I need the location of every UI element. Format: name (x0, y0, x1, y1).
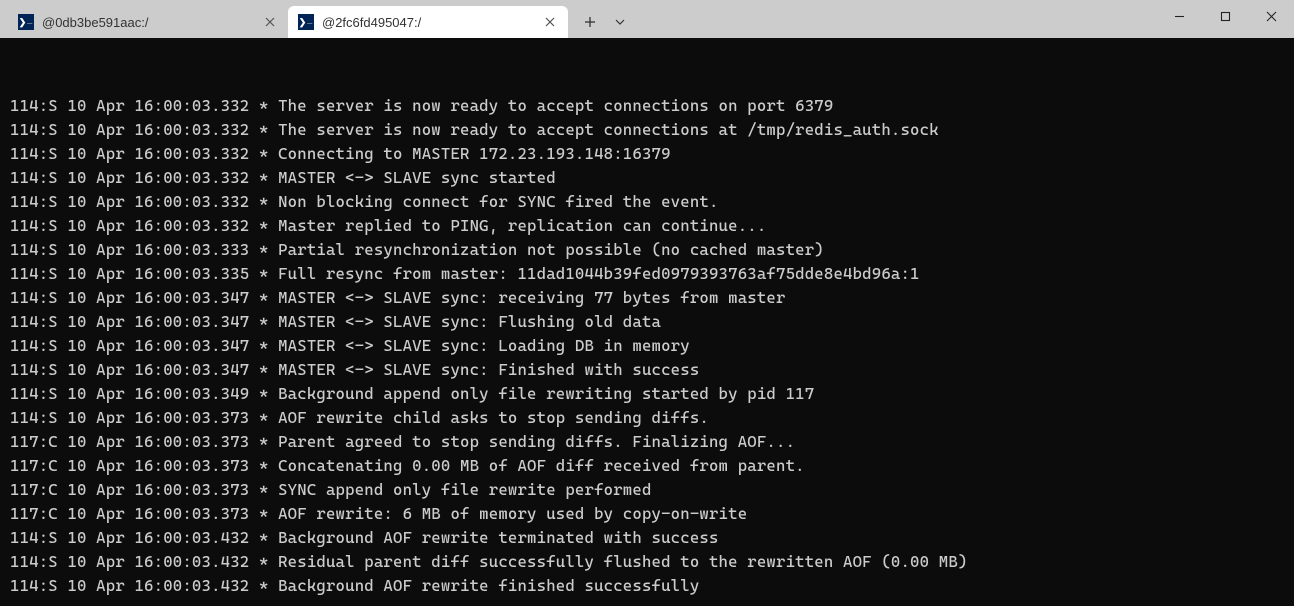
terminal-line: 114:S 10 Apr 16:00:03.349 * Background a… (10, 382, 1284, 406)
terminal-line: 117:C 10 Apr 16:00:03.373 * Concatenatin… (10, 454, 1284, 478)
close-window-button[interactable] (1248, 0, 1294, 32)
close-icon (545, 17, 555, 27)
terminal-line: 114:S 10 Apr 16:00:03.335 * Full resync … (10, 262, 1284, 286)
tab-1[interactable]: @2fc6fd495047:/ (288, 6, 568, 38)
terminal-line: 114:S 10 Apr 16:00:03.432 * Background A… (10, 574, 1284, 598)
terminal-line: 114:S 10 Apr 16:00:03.347 * MASTER <-> S… (10, 286, 1284, 310)
terminal-line: 114:S 10 Apr 16:00:03.347 * MASTER <-> S… (10, 358, 1284, 382)
tab-close-button[interactable] (262, 14, 278, 30)
powershell-icon (18, 14, 34, 30)
maximize-button[interactable] (1202, 0, 1248, 32)
powershell-icon (298, 14, 314, 30)
minimize-button[interactable] (1156, 0, 1202, 32)
tab-label: @0db3be591aac:/ (42, 15, 148, 30)
terminal-line: 114:S 10 Apr 16:00:03.332 * MASTER <-> S… (10, 166, 1284, 190)
terminal-line: 114:S 10 Apr 16:00:03.332 * The server i… (10, 118, 1284, 142)
new-tab-button[interactable] (574, 6, 606, 38)
terminal-line: 114:S 10 Apr 16:00:03.373 * AOF rewrite … (10, 406, 1284, 430)
terminal-line: 117:C 10 Apr 16:00:03.373 * SYNC append … (10, 478, 1284, 502)
tab-label: @2fc6fd495047:/ (322, 15, 421, 30)
terminal-line: 114:S 10 Apr 16:00:03.332 * The server i… (10, 94, 1284, 118)
tabs-container: @0db3be591aac:/ @2fc6fd495047:/ (8, 6, 634, 38)
terminal-line: 117:C 10 Apr 16:00:03.373 * AOF rewrite:… (10, 502, 1284, 526)
terminal-line: 114:S 10 Apr 16:00:03.333 * Partial resy… (10, 238, 1284, 262)
terminal-line: 114:S 10 Apr 16:00:03.432 * Background A… (10, 526, 1284, 550)
maximize-icon (1220, 11, 1231, 22)
terminal-line: 114:S 10 Apr 16:00:03.332 * Non blocking… (10, 190, 1284, 214)
tab-close-button[interactable] (542, 14, 558, 30)
terminal-lines: 114:S 10 Apr 16:00:03.332 * The server i… (10, 94, 1284, 598)
plus-icon (584, 16, 596, 28)
tab-0[interactable]: @0db3be591aac:/ (8, 6, 288, 38)
terminal-output[interactable]: 114:S 10 Apr 16:00:03.332 * The server i… (0, 38, 1294, 606)
titlebar: @0db3be591aac:/ @2fc6fd495047:/ (0, 0, 1294, 38)
minimize-icon (1174, 11, 1185, 22)
terminal-line: 114:S 10 Apr 16:00:03.432 * Residual par… (10, 550, 1284, 574)
window-controls (1156, 0, 1294, 32)
terminal-line: 114:S 10 Apr 16:00:03.347 * MASTER <-> S… (10, 310, 1284, 334)
terminal-line: 114:S 10 Apr 16:00:03.332 * Master repli… (10, 214, 1284, 238)
close-icon (265, 17, 275, 27)
terminal-line: 114:S 10 Apr 16:00:03.332 * Connecting t… (10, 142, 1284, 166)
terminal-line: 117:C 10 Apr 16:00:03.373 * Parent agree… (10, 430, 1284, 454)
tab-dropdown-button[interactable] (606, 6, 634, 38)
terminal-line: 114:S 10 Apr 16:00:03.347 * MASTER <-> S… (10, 334, 1284, 358)
chevron-down-icon (615, 19, 625, 25)
close-icon (1266, 11, 1277, 22)
